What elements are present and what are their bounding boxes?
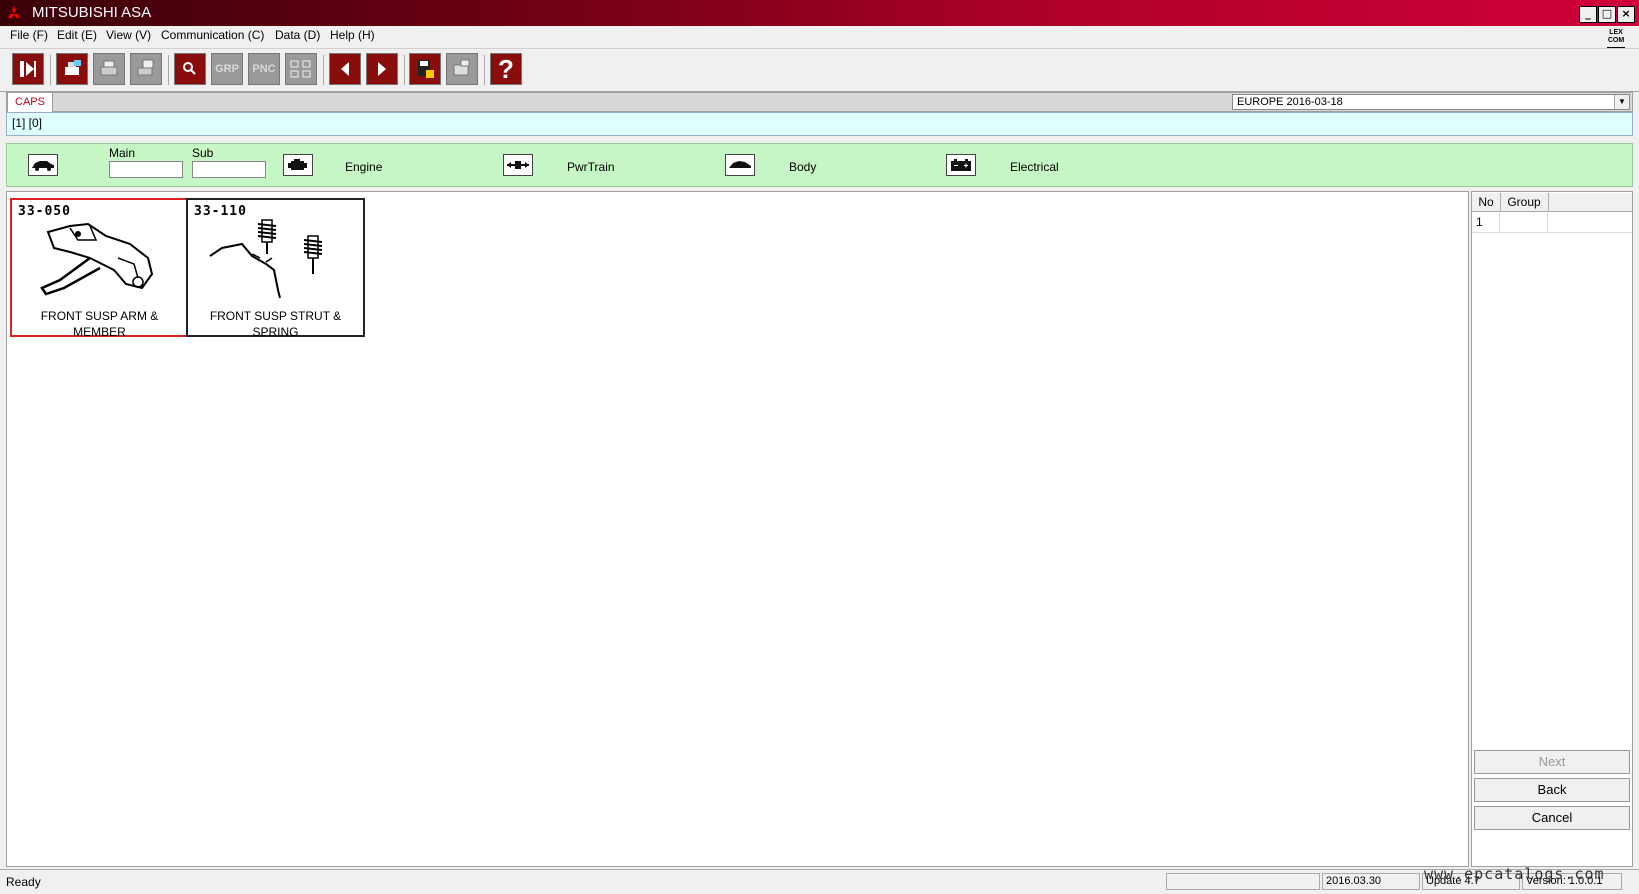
search-icon (183, 62, 196, 75)
arrow-left-icon (341, 62, 349, 76)
engine-label[interactable]: Engine (345, 160, 382, 174)
group-card[interactable]: 33-050 FRONT SUSP ARM & MEMBER (10, 198, 189, 340)
window-controls: _ □ × (1579, 6, 1635, 23)
minimize-button[interactable]: _ (1579, 6, 1597, 23)
back-button[interactable]: Back (1474, 778, 1630, 802)
print-button[interactable] (93, 53, 125, 85)
tab-strip: CAPS EUROPE 2016-03-18 ▼ (6, 92, 1633, 113)
cell-no: 1 (1472, 212, 1500, 232)
group-name: FRONT SUSP ARM & MEMBER (14, 308, 185, 340)
group-name: FRONT SUSP STRUT & SPRING (190, 308, 361, 340)
electrical-category-button[interactable] (946, 154, 976, 176)
main-input[interactable] (109, 161, 183, 178)
group-name-line2: MEMBER (73, 325, 126, 339)
print-setup-button[interactable] (130, 53, 162, 85)
lexcom-logo-icon: LEX COM (1607, 29, 1625, 49)
vehicle-button[interactable] (28, 154, 58, 176)
group-name-line1: FRONT SUSP STRUT & (209, 309, 342, 323)
menu-view[interactable]: View (V) (106, 28, 151, 42)
toolbar-separator (404, 55, 405, 85)
arrow-right-icon (378, 62, 386, 76)
pwrtrain-label[interactable]: PwrTrain (567, 160, 615, 174)
electrical-label[interactable]: Electrical (1010, 160, 1059, 174)
cell-group (1500, 212, 1548, 232)
group-side-panel: No Group 1 Next Back Cancel (1471, 191, 1633, 867)
grp-button[interactable]: GRP (211, 53, 243, 85)
toolbar-separator (484, 55, 485, 85)
toolbar-separator (168, 55, 169, 85)
help-button[interactable]: ? (490, 53, 522, 85)
group-card[interactable]: 33-110 FRONT SUSP STRUT & SPRING (186, 198, 365, 340)
pnc-button[interactable]: PNC (248, 53, 280, 85)
folder-open-icon (453, 59, 470, 76)
menu-bar: File (F) Edit (E) View (V) Communication… (0, 26, 1639, 48)
chevron-down-icon[interactable]: ▼ (1614, 95, 1629, 109)
column-header-no[interactable]: No (1472, 193, 1501, 211)
menu-help[interactable]: Help (H) (330, 28, 375, 42)
group-code: 33-110 (194, 204, 247, 219)
region-select[interactable]: EUROPE 2016-03-18 ▼ (1232, 94, 1630, 110)
exit-button[interactable] (12, 53, 44, 85)
group-name-line1: FRONT SUSP ARM & (40, 309, 159, 323)
save-button[interactable] (409, 53, 441, 85)
grid-layout-icon (290, 60, 311, 78)
menu-file[interactable]: File (F) (10, 28, 48, 42)
menu-edit[interactable]: Edit (E) (57, 28, 97, 42)
layout-button[interactable] (285, 53, 317, 85)
close-button[interactable]: × (1617, 6, 1635, 23)
engine-icon (288, 159, 307, 170)
status-text: Ready (6, 875, 41, 889)
group-list-panel: 33-050 FRONT SUSP ARM & MEMBER 33-110 FR… (6, 191, 1469, 867)
toolbar-separator (50, 55, 51, 85)
save-disk-icon (418, 60, 434, 78)
status-bar: Ready 2016.03.30 Update 4.7 Version: 1.0… (0, 869, 1639, 894)
open-button[interactable] (446, 53, 478, 85)
body-category-button[interactable] (725, 154, 755, 176)
menu-communication[interactable]: Communication (C) (161, 28, 264, 42)
strut-spring-illustration (209, 219, 323, 299)
drivetrain-icon (507, 161, 529, 169)
printer-icon (65, 60, 81, 75)
maximize-button[interactable]: □ (1598, 6, 1616, 23)
body-label[interactable]: Body (789, 160, 816, 174)
cancel-button[interactable]: Cancel (1474, 806, 1630, 830)
category-bar: Main Sub Engine PwrTrain Body Electrical (6, 143, 1633, 187)
car-icon (32, 161, 54, 171)
status-date: 2016.03.30 (1322, 873, 1420, 890)
battery-icon (951, 159, 971, 171)
print-icon (100, 60, 118, 76)
pwrtrain-category-button[interactable] (503, 154, 533, 176)
title-bar: MITSUBISHI ASA _ □ × (0, 0, 1639, 26)
mitsubishi-logo-icon (8, 6, 20, 18)
tab-caps[interactable]: CAPS (7, 92, 53, 113)
next-page-button[interactable] (366, 53, 398, 85)
toolbar: GRP PNC ? (0, 48, 1639, 92)
group-name-line2: SPRING (252, 325, 299, 339)
path-indicator: [1] [0] (6, 112, 1633, 136)
main-label: Main (109, 146, 136, 160)
toolbar-separator (323, 55, 324, 85)
group-code: 33-050 (18, 204, 71, 219)
engine-category-button[interactable] (283, 154, 313, 176)
next-button[interactable]: Next (1474, 750, 1630, 774)
watermark: www.epcatalogs.com (1424, 865, 1605, 883)
search-button[interactable] (174, 53, 206, 85)
suspension-arm-illustration (40, 222, 154, 296)
window-title: MITSUBISHI ASA (32, 4, 152, 21)
previous-button[interactable] (329, 53, 361, 85)
column-header-group[interactable]: Group (1500, 193, 1549, 211)
sub-input[interactable] (192, 161, 266, 178)
car-body-icon (729, 161, 751, 168)
print-setup-icon (137, 59, 154, 76)
region-value: EUROPE 2016-03-18 (1237, 96, 1343, 108)
table-row[interactable]: 1 (1472, 212, 1632, 233)
status-panel-empty (1166, 873, 1320, 890)
exit-icon (20, 61, 36, 77)
menu-data[interactable]: Data (D) (275, 28, 320, 42)
sub-label: Sub (192, 146, 214, 160)
print-preview-button[interactable] (56, 53, 88, 85)
grid-header: No Group (1472, 193, 1632, 212)
